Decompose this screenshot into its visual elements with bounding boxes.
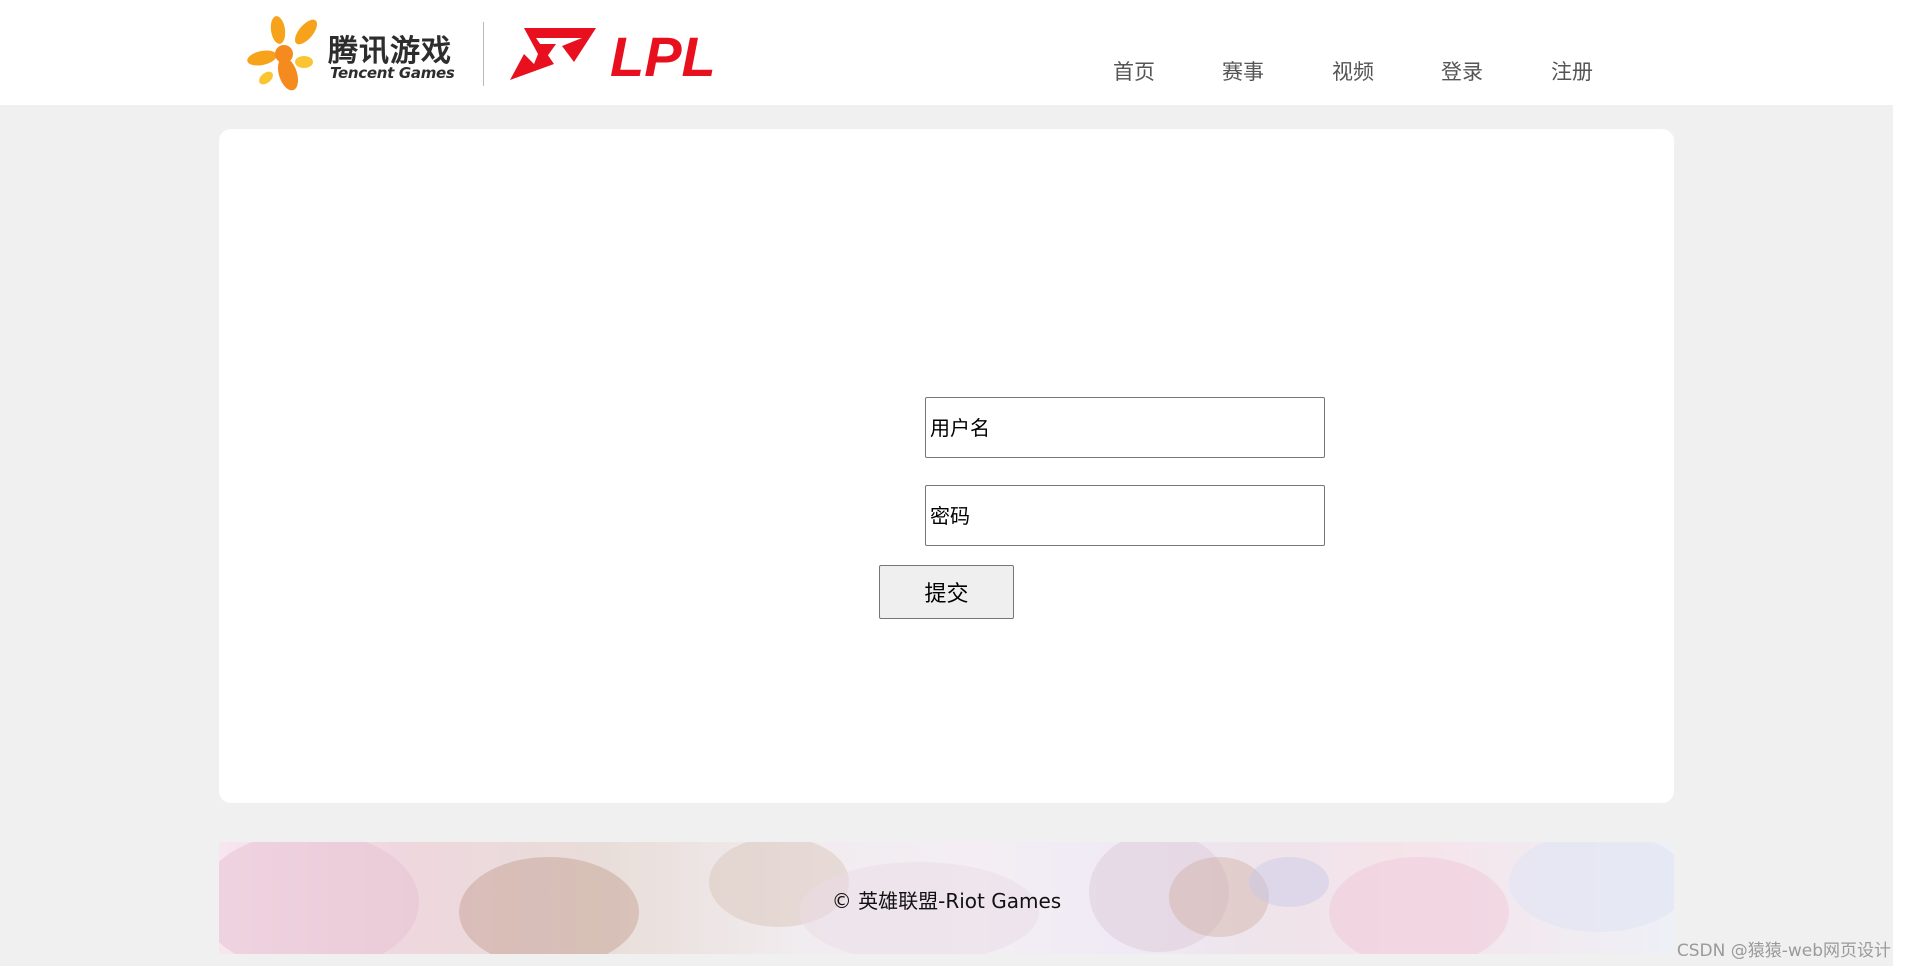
site-footer: © 英雄联盟-Riot Games [219,842,1674,954]
lpl-logo[interactable]: LPL [510,24,792,82]
nav-item-matches[interactable]: 赛事 [1222,56,1264,86]
password-input[interactable] [925,485,1325,546]
site-header: 腾讯游戏 Tencent Games LPL 首页 赛事 视频 登录 注册 [0,0,1893,105]
footer-copyright: © 英雄联盟-Riot Games [831,889,1062,913]
tencent-logo-english-text: Tencent Games [330,64,455,82]
logo-divider [483,22,484,86]
login-card: 提交 [219,129,1674,803]
page-edge [1893,0,1905,966]
nav-item-videos[interactable]: 视频 [1332,56,1374,86]
nav-item-login[interactable]: 登录 [1441,56,1483,86]
username-input[interactable] [925,397,1325,458]
csdn-watermark: CSDN @猿猿-web网页设计 [1676,941,1891,961]
nav-item-register[interactable]: 注册 [1551,56,1593,86]
lpl-logo-text: LPL [610,25,716,82]
lpl-emblem-icon [510,28,596,80]
submit-button[interactable]: 提交 [879,565,1014,619]
tencent-burst-icon [247,16,318,91]
tencent-games-logo[interactable]: 腾讯游戏 Tencent Games [242,14,455,94]
nav-item-home[interactable]: 首页 [1113,56,1155,86]
